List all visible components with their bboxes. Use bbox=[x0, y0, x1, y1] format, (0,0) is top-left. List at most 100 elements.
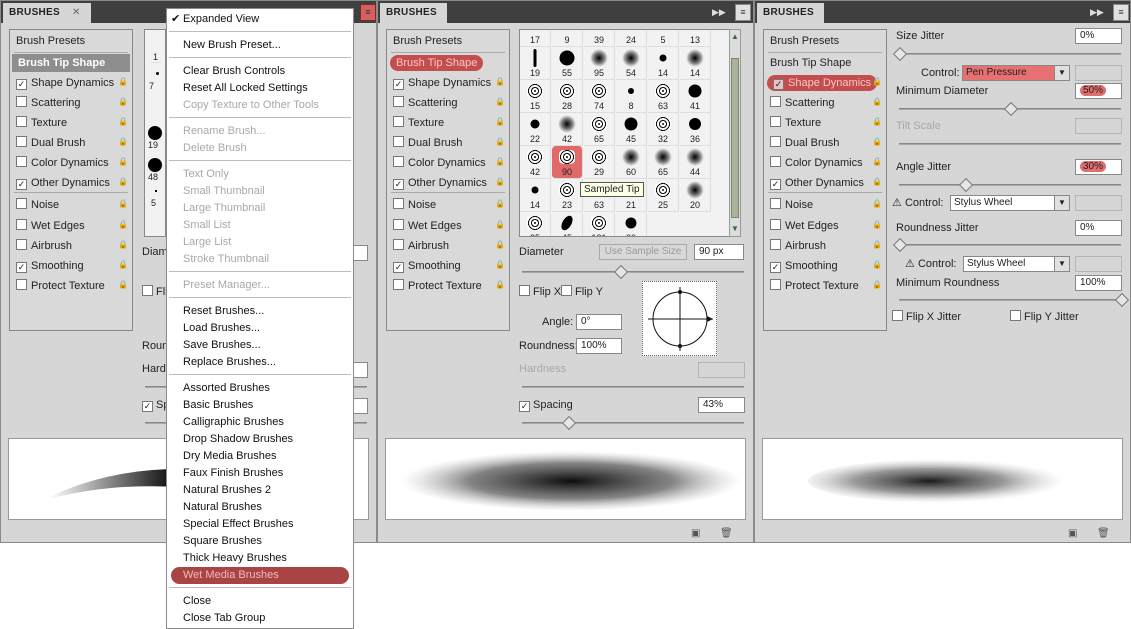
menu-item-reset-brushes[interactable]: Reset Brushes... bbox=[168, 303, 352, 320]
option-smoothing[interactable]: ✓ Smoothing 🔒 bbox=[10, 257, 132, 275]
option-dual-brush[interactable]: Dual Brush 🔒 bbox=[764, 134, 886, 152]
brush-thumb[interactable]: 42 bbox=[520, 146, 551, 179]
chevron-down-icon[interactable]: ▼ bbox=[1054, 257, 1069, 271]
menu-item-thick-heavy-brushes[interactable]: Thick Heavy Brushes bbox=[168, 550, 352, 567]
brush-thumb[interactable]: 32 bbox=[648, 113, 679, 146]
diameter-field[interactable]: 90 px bbox=[694, 244, 744, 260]
brush-thumb[interactable]: 65 bbox=[584, 113, 615, 146]
roundness-jitter-slider[interactable] bbox=[899, 244, 1121, 246]
spacing-field[interactable] bbox=[353, 398, 368, 414]
menu-item-reset-all-locked-settings[interactable]: Reset All Locked Settings bbox=[168, 80, 352, 97]
menu-item-natural-brushes[interactable]: Natural Brushes bbox=[168, 499, 352, 516]
option-checkbox[interactable]: ✓ bbox=[16, 79, 27, 90]
option-wet-edges[interactable]: Wet Edges 🔒 bbox=[10, 217, 132, 235]
brush-thumb[interactable]: 8 bbox=[616, 80, 647, 113]
min-roundness-knob[interactable] bbox=[1114, 292, 1130, 308]
lock-icon[interactable]: 🔒 bbox=[118, 136, 128, 148]
menu-item-basic-brushes[interactable]: Basic Brushes bbox=[168, 397, 352, 414]
option-checkbox[interactable] bbox=[393, 96, 404, 107]
option-brush-presets[interactable]: Brush Presets bbox=[764, 32, 886, 50]
option-protect-texture[interactable]: Protect Texture 🔒 bbox=[764, 277, 886, 295]
spacing-slider-knob[interactable] bbox=[561, 415, 577, 431]
menu-item-new-brush-preset[interactable]: New Brush Preset... bbox=[168, 37, 352, 54]
brushes-tab[interactable]: BRUSHES ✕ bbox=[3, 3, 91, 23]
option-brush-tip-shape[interactable]: Brush Tip Shape bbox=[387, 54, 509, 72]
option-airbrush[interactable]: Airbrush 🔒 bbox=[764, 237, 886, 255]
size-control-select[interactable]: Pen Pressure ▼ bbox=[962, 65, 1070, 81]
angle-jitter-slider[interactable] bbox=[899, 184, 1121, 186]
brush-preset-grid[interactable]: 17 9 39 24 5 13 19 55 95 54 14 14 15 28 74 8 63 41 22 42 65 4… bbox=[519, 29, 731, 237]
flip-y-option[interactable]: Flip Y bbox=[561, 285, 603, 299]
option-protect-texture[interactable]: Protect Texture 🔒 bbox=[387, 277, 509, 295]
scroll-down-icon[interactable]: ▼ bbox=[730, 223, 740, 235]
lock-icon[interactable]: 🔒 bbox=[495, 219, 505, 231]
lock-icon[interactable]: 🔒 bbox=[118, 279, 128, 291]
menu-item-square-brushes[interactable]: Square Brushes bbox=[168, 533, 352, 550]
lock-icon[interactable]: 🔒 bbox=[118, 96, 128, 108]
brush-thumb[interactable]: 24 bbox=[616, 30, 647, 47]
brush-thumb[interactable]: 48 bbox=[148, 158, 162, 182]
lock-icon[interactable]: 🔒 bbox=[118, 198, 128, 210]
menu-item-clear-brush-controls[interactable]: Clear Brush Controls bbox=[168, 63, 352, 80]
brush-thumb[interactable]: 14 bbox=[520, 179, 551, 212]
option-checkbox[interactable] bbox=[16, 239, 27, 250]
scroll-up-icon[interactable]: ▲ bbox=[730, 31, 740, 43]
option-smoothing[interactable]: ✓ Smoothing 🔒 bbox=[764, 257, 886, 275]
option-color-dynamics[interactable]: Color Dynamics 🔒 bbox=[10, 154, 132, 172]
option-checkbox[interactable] bbox=[770, 279, 781, 290]
option-checkbox[interactable]: ✓ bbox=[393, 179, 404, 190]
option-airbrush[interactable]: Airbrush 🔒 bbox=[387, 237, 509, 255]
brush-thumb[interactable]: 36 bbox=[680, 113, 711, 146]
brush-thumb[interactable]: 1 bbox=[151, 34, 161, 63]
option-texture[interactable]: Texture 🔒 bbox=[387, 114, 509, 132]
brush-thumb[interactable]: 41 bbox=[680, 80, 711, 113]
brush-thumb[interactable]: 13 bbox=[680, 30, 711, 47]
flip-x-checkbox[interactable] bbox=[142, 285, 153, 296]
lock-icon[interactable]: 🔒 bbox=[495, 176, 505, 188]
flip-y-jitter-checkbox[interactable] bbox=[1010, 310, 1021, 321]
diameter-field[interactable] bbox=[353, 245, 368, 261]
option-brush-presets[interactable]: Brush Presets bbox=[10, 32, 132, 50]
spacing-checkbox[interactable]: ✓ bbox=[142, 401, 153, 412]
angle-jitter-knob[interactable] bbox=[958, 177, 974, 193]
lock-icon[interactable]: 🔒 bbox=[872, 116, 882, 128]
option-checkbox[interactable]: ✓ bbox=[393, 79, 404, 90]
roundness-control-select[interactable]: Stylus Wheel ▼ bbox=[963, 256, 1070, 272]
option-texture[interactable]: Texture 🔒 bbox=[10, 114, 132, 132]
lock-icon[interactable]: 🔒 bbox=[872, 96, 882, 108]
option-noise[interactable]: Noise 🔒 bbox=[10, 196, 132, 214]
brush-thumb[interactable]: 9 bbox=[552, 30, 583, 47]
brush-thumb[interactable]: 63 bbox=[648, 80, 679, 113]
option-smoothing[interactable]: ✓ Smoothing 🔒 bbox=[387, 257, 509, 275]
brush-thumb[interactable]: 39 bbox=[584, 30, 615, 47]
menu-item-load-brushes[interactable]: Load Brushes... bbox=[168, 320, 352, 337]
brush-thumb[interactable]: 131 bbox=[584, 212, 615, 236]
option-noise[interactable]: Noise 🔒 bbox=[387, 196, 509, 214]
option-checkbox[interactable] bbox=[770, 136, 781, 147]
diameter-slider-knob[interactable] bbox=[613, 264, 629, 280]
brush-thumb[interactable]: 15 bbox=[520, 80, 551, 113]
option-other-dynamics[interactable]: ✓ Other Dynamics 🔒 bbox=[10, 174, 132, 192]
option-shape-dynamics[interactable]: ✓ Shape Dynamics 🔒 bbox=[10, 74, 132, 92]
lock-icon[interactable]: 🔒 bbox=[495, 156, 505, 168]
flip-x-jitter-option[interactable]: Flip X Jitter bbox=[892, 310, 961, 324]
brush-thumb[interactable]: 19 bbox=[520, 47, 551, 80]
brush-thumb[interactable]: 5 bbox=[151, 190, 157, 208]
brush-thumb[interactable]: 55 bbox=[552, 47, 583, 80]
option-color-dynamics[interactable]: Color Dynamics 🔒 bbox=[387, 154, 509, 172]
option-scattering[interactable]: Scattering 🔒 bbox=[387, 94, 509, 112]
new-preset-icon[interactable]: ▣ bbox=[1068, 529, 1078, 539]
brush-thumb[interactable]: 20 bbox=[680, 179, 711, 212]
option-dual-brush[interactable]: Dual Brush 🔒 bbox=[10, 134, 132, 152]
lock-icon[interactable]: 🔒 bbox=[872, 239, 882, 251]
brush-grid-scrollbar[interactable]: ▲ ▼ bbox=[729, 29, 741, 237]
brush-thumb[interactable]: 17 bbox=[520, 30, 551, 47]
roundness-field[interactable]: 100% bbox=[576, 338, 622, 354]
lock-icon[interactable]: 🔒 bbox=[118, 219, 128, 231]
option-checkbox[interactable] bbox=[770, 239, 781, 250]
lock-icon[interactable]: 🔒 bbox=[495, 76, 505, 88]
spacing-option[interactable]: ✓ Spacing bbox=[519, 398, 573, 412]
brush-thumb[interactable]: 65 bbox=[648, 146, 679, 179]
option-checkbox[interactable] bbox=[393, 136, 404, 147]
option-checkbox[interactable] bbox=[393, 198, 404, 209]
